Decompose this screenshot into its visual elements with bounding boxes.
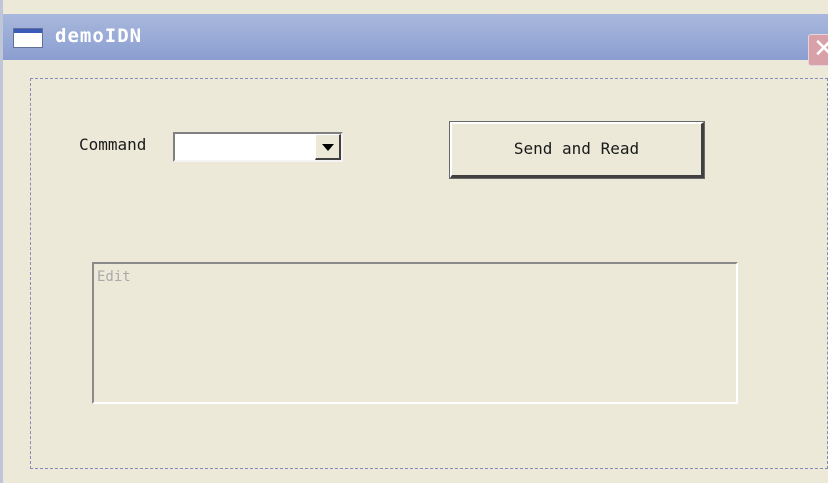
command-combobox[interactable] xyxy=(173,132,343,162)
command-label: Command xyxy=(79,135,147,154)
app-window-icon xyxy=(13,28,43,48)
send-and-read-button[interactable]: Send and Read xyxy=(449,121,705,179)
window-title: demoIDN xyxy=(55,25,143,47)
title-bar[interactable]: demoIDN ✕ xyxy=(3,14,828,66)
app-window: demoIDN ✕ Command Send and Read Edit xyxy=(0,0,828,483)
chevron-down-icon[interactable] xyxy=(315,134,341,160)
edit-output-text: Edit xyxy=(97,269,131,285)
edit-output-box[interactable]: Edit xyxy=(92,262,738,404)
close-button[interactable]: ✕ xyxy=(808,34,828,66)
